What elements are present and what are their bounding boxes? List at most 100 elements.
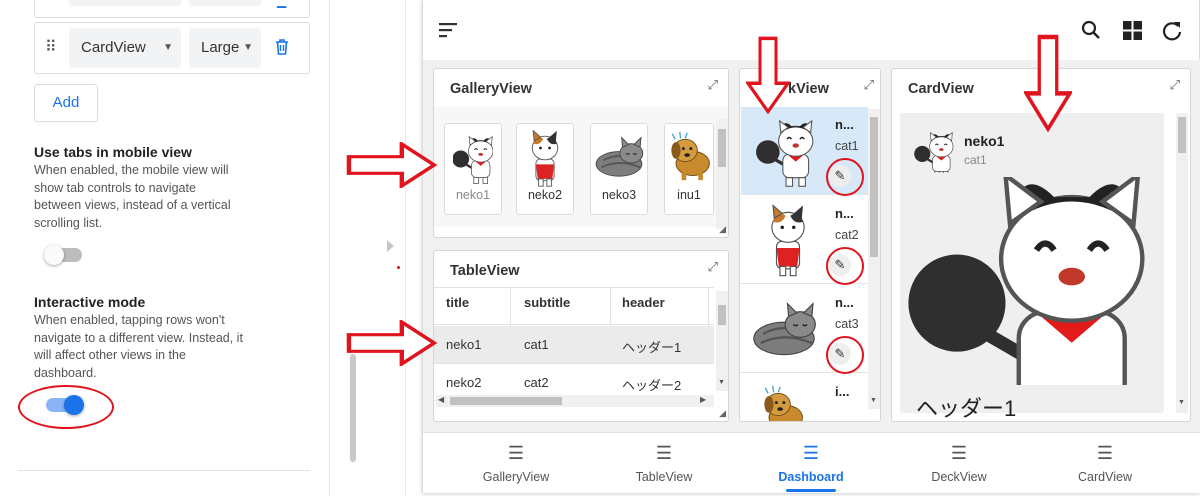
deck-row-subtitle: cat3 <box>835 317 859 331</box>
expand-icon[interactable]: ⤢ <box>708 259 718 275</box>
column-header-header[interactable]: header <box>622 295 665 310</box>
deck-row-title: n... <box>835 206 854 221</box>
view-select[interactable]: CardView ▼ <box>69 28 181 68</box>
tab-label: Dashboard <box>778 470 844 484</box>
expand-icon[interactable]: ⤢ <box>1170 77 1180 93</box>
gallery-item[interactable]: inu1 <box>664 123 714 215</box>
table-cell: ヘッダー2 <box>622 378 682 393</box>
galleryview-card: GalleryView ⤢ neko1 neko2 neko3 inu1 ◢ <box>433 68 729 238</box>
annotation-circle <box>826 158 864 196</box>
deck-row-title: n... <box>835 117 854 132</box>
expand-icon[interactable]: ⤢ <box>708 77 718 93</box>
tab-deckview[interactable]: ☰ DeckView <box>909 444 1009 484</box>
view-select-value: CardView <box>81 39 146 56</box>
tableview-card: TableView ⤢ title subtitle header neko1 … <box>433 250 729 422</box>
column-header-subtitle[interactable]: subtitle <box>524 295 570 310</box>
expand-icon[interactable]: ⤢ <box>864 77 874 93</box>
gallery-item[interactable]: neko1 <box>444 123 502 215</box>
annotation-arrow <box>346 142 440 188</box>
dropdown-arrow-icon: ▼ <box>163 42 173 53</box>
trash-icon[interactable] <box>275 39 289 55</box>
table-cell: ヘッダー1 <box>622 340 682 355</box>
dropdown-arrow-icon: ▼ <box>240 28 253 68</box>
tab-cardview[interactable]: ☰ CardView <box>1055 444 1155 484</box>
annotation-circle <box>826 247 864 285</box>
size-select-value: Large <box>201 39 240 56</box>
card-item-subtitle: cat1 <box>964 153 987 167</box>
card-item-header: ヘッダー1 <box>916 396 1017 421</box>
size-select[interactable]: Large ▼ <box>189 28 261 68</box>
card-item-image <box>904 177 1160 385</box>
tab-tableview[interactable]: ☰ TableView <box>614 444 714 484</box>
deck-row-subtitle: cat2 <box>835 228 859 242</box>
gallery-item-label: neko1 <box>455 188 491 202</box>
table-cell: neko1 <box>446 337 482 352</box>
interactive-setting-description: When enabled, tapping rows won't navigat… <box>34 313 243 380</box>
table-hscrollbar[interactable]: ◀ ▶ <box>436 395 714 407</box>
list-icon: ☰ <box>950 443 968 463</box>
deck-row-title: i... <box>835 384 850 399</box>
card-item[interactable]: neko1 cat1 ヘッダー1 <box>900 113 1164 421</box>
gallery-item-label: neko2 <box>527 188 563 202</box>
deck-row-subtitle: cat1 <box>835 139 859 153</box>
deck-row[interactable]: i... <box>741 374 868 421</box>
tab-label: GalleryView <box>482 470 550 484</box>
gallery-item-label: neko3 <box>601 188 637 202</box>
view-select-partial[interactable] <box>69 0 181 6</box>
view-row: ⠿ CardView ▼ Large ▼ <box>34 22 310 74</box>
red-dot <box>397 266 400 269</box>
annotation-arrow <box>346 320 440 366</box>
app-preview: GalleryView ⤢ neko1 neko2 neko3 inu1 ◢ T… <box>422 0 1200 493</box>
settings-panel: ▁ ⠿ CardView ▼ Large ▼ Add Use tabs in m… <box>0 0 330 496</box>
tabs-toggle-knob <box>44 245 64 265</box>
column-header-title[interactable]: title <box>446 295 469 310</box>
annotation-arrow <box>1024 34 1072 132</box>
table-vscrollbar[interactable]: ▼ <box>716 291 728 391</box>
deckview-card: kView ⤢ n... cat1 ✎ n... cat2 ✎ n... cat… <box>739 68 881 422</box>
panel-gap <box>331 0 421 496</box>
tab-label: DeckView <box>931 470 987 484</box>
search-icon[interactable] <box>1081 20 1101 40</box>
resize-handle-icon[interactable]: ◢ <box>719 224 726 235</box>
tab-dashboard[interactable]: ☰ Dashboard <box>761 444 861 484</box>
refresh-icon[interactable] <box>1161 20 1183 42</box>
gallery-scrollbar[interactable] <box>716 119 728 229</box>
tab-label: TableView <box>635 470 693 484</box>
menu-icon[interactable] <box>439 22 459 38</box>
table-cell: cat2 <box>524 375 549 390</box>
list-icon: ☰ <box>507 443 525 463</box>
tabs-setting-description: When enabled, the mobile view will show … <box>34 163 231 230</box>
active-tab-indicator <box>786 489 836 492</box>
trash-icon[interactable]: ▁ <box>277 0 286 8</box>
gallery-item[interactable]: neko3 <box>590 123 648 215</box>
deck-scrollbar[interactable]: ▼ <box>868 109 880 409</box>
splitter[interactable] <box>405 0 406 496</box>
grid-icon[interactable] <box>1123 21 1143 41</box>
tabs-setting-title: Use tabs in mobile view <box>34 144 192 160</box>
card-item-title: neko1 <box>964 133 1005 149</box>
resize-handle-icon[interactable]: ◢ <box>719 408 726 419</box>
collapse-arrow-icon[interactable] <box>387 240 394 252</box>
interactive-setting-title: Interactive mode <box>34 294 146 310</box>
table-cell: neko2 <box>446 375 482 390</box>
gallery-item[interactable]: neko2 <box>516 123 574 215</box>
cardview-title: CardView <box>908 81 974 97</box>
deckview-title: kView <box>788 81 829 97</box>
annotation-circle <box>826 336 864 374</box>
list-icon: ☰ <box>1096 443 1114 463</box>
add-button[interactable]: Add <box>34 84 98 122</box>
drag-handle-icon[interactable]: ⠿ <box>45 37 57 57</box>
scrollbar[interactable] <box>350 354 356 462</box>
tab-galleryview[interactable]: ☰ GalleryView <box>466 444 566 484</box>
card-scrollbar[interactable]: ▼ <box>1176 113 1188 413</box>
tabs-toggle[interactable] <box>44 244 84 266</box>
gallery-item-label: inu1 <box>677 188 701 202</box>
annotation-circle <box>18 385 114 429</box>
list-icon: ☰ <box>802 443 820 463</box>
tab-label: CardView <box>1078 470 1132 484</box>
size-select-partial[interactable] <box>189 0 261 6</box>
list-icon: ☰ <box>655 443 673 463</box>
deck-row-title: n... <box>835 295 854 310</box>
table-header-row <box>434 287 714 326</box>
table-cell: cat1 <box>524 337 549 352</box>
